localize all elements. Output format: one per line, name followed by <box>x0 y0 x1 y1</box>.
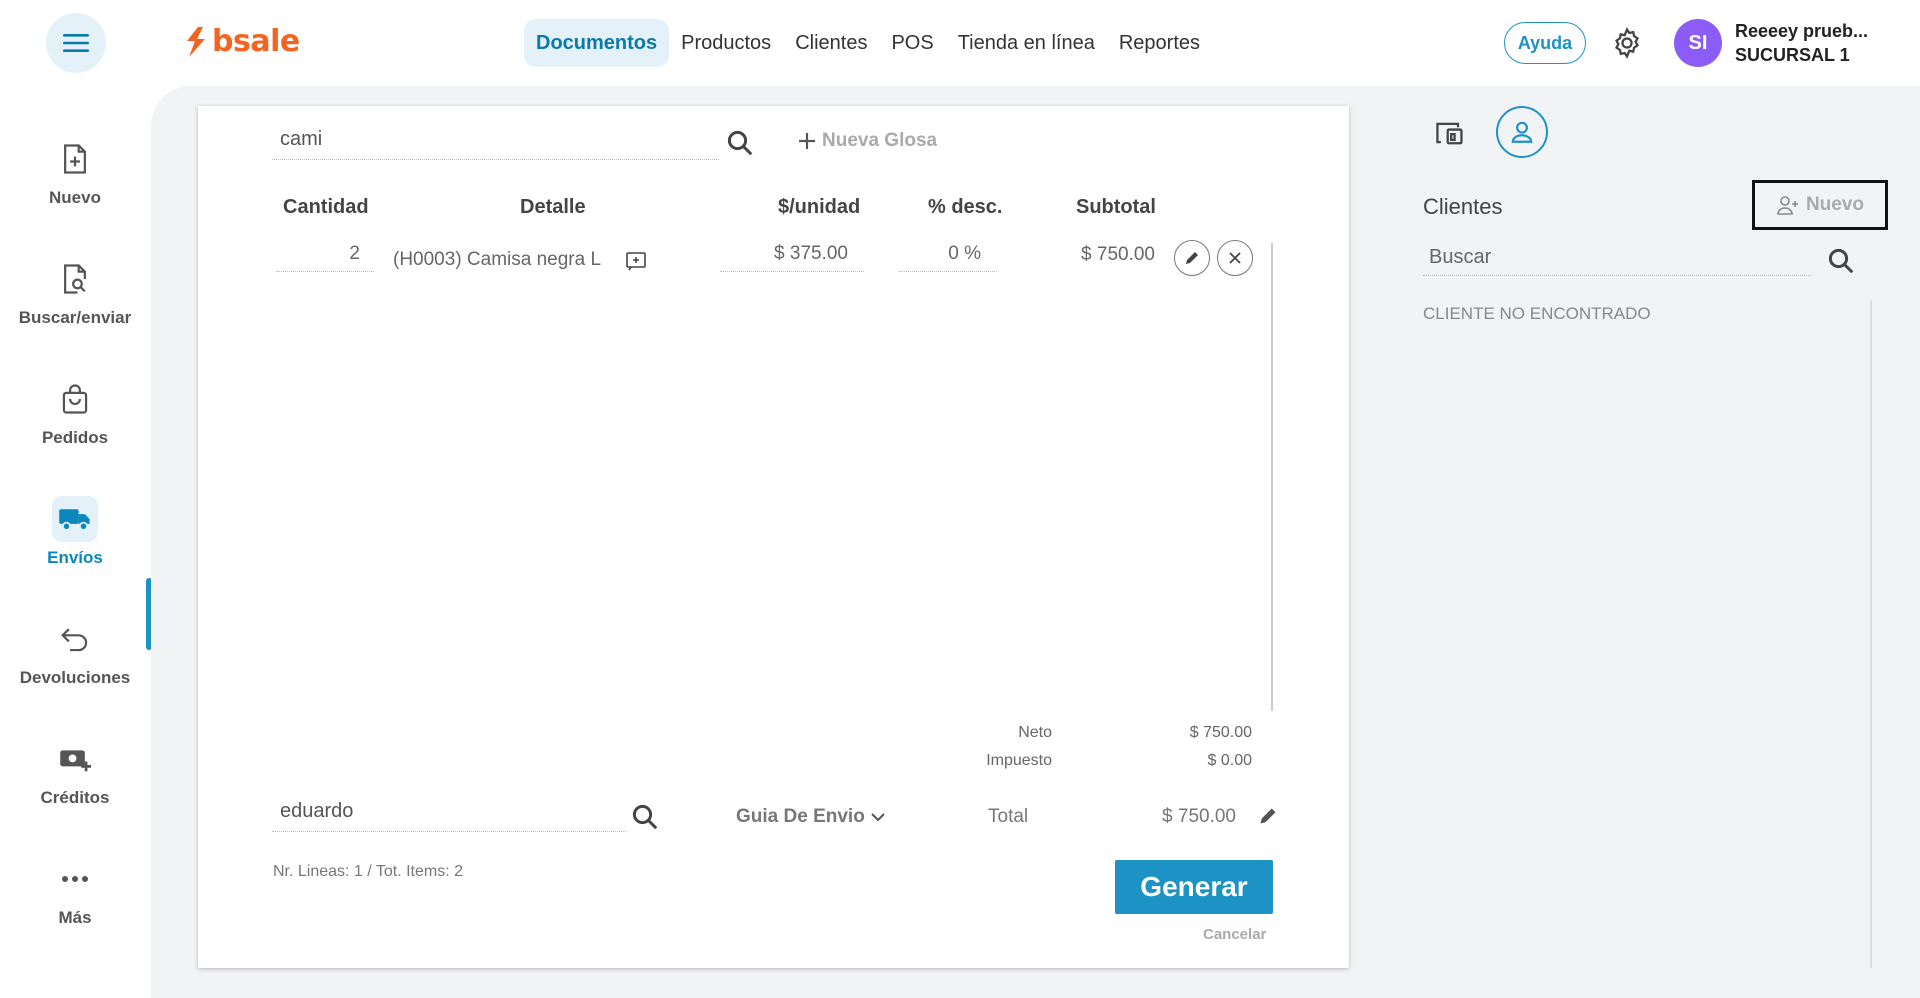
user-icon <box>1511 121 1533 143</box>
new-glosa-button[interactable]: Nueva Glosa <box>798 130 937 152</box>
sidebar-item-label: Créditos <box>40 788 110 807</box>
bsale-logo[interactable]: bsale <box>184 24 300 59</box>
truck-icon <box>52 496 98 542</box>
sidebar-item-devoluciones[interactable]: Devoluciones <box>0 616 150 688</box>
table-scrollbar-track[interactable] <box>1271 243 1273 711</box>
more-dots-icon <box>52 856 98 902</box>
add-note-icon[interactable] <box>625 250 647 272</box>
user-plus-icon <box>1777 196 1798 215</box>
sidebar-item-mas[interactable]: Más <box>0 856 150 928</box>
impuesto-label: Impuesto <box>986 752 1052 769</box>
sidebar-item-envios[interactable]: Envíos <box>0 496 150 568</box>
subtotal-value: $ 750.00 <box>1081 244 1155 265</box>
total-value: $ 750.00 <box>1162 806 1236 827</box>
hamburger-icon <box>63 34 89 52</box>
neto-label: Neto <box>1018 724 1052 741</box>
edit-total-icon[interactable] <box>1258 806 1278 826</box>
cancel-button[interactable]: Cancelar <box>1203 926 1266 943</box>
sidebar-item-label: Buscar/enviar <box>18 308 132 327</box>
doc-type-dropdown[interactable]: Guia De Envio <box>736 806 885 828</box>
qty-field[interactable]: 2 <box>276 243 374 272</box>
sidebar-item-label: Más <box>58 908 92 927</box>
sidebar-item-pedidos[interactable]: Pedidos <box>0 376 150 448</box>
nav-pos[interactable]: POS <box>879 19 945 67</box>
branch-name: SUCURSAL 1 <box>1735 45 1850 65</box>
new-client-label: Nuevo <box>1805 194 1865 215</box>
new-glosa-label: Nueva Glosa <box>822 130 938 151</box>
help-button[interactable]: Ayuda <box>1504 22 1586 64</box>
avatar[interactable]: SI <box>1674 19 1722 67</box>
edit-row-button[interactable] <box>1174 240 1210 276</box>
user-name[interactable]: Reeeey prueb... <box>1735 21 1868 42</box>
unit-price-field[interactable]: $ 375.00 <box>720 243 864 272</box>
device-view-button[interactable] <box>1424 107 1476 159</box>
file-search-icon <box>52 256 98 302</box>
logo-text: bsale <box>212 24 300 59</box>
devices-icon <box>1436 122 1463 145</box>
nav-documentos[interactable]: Documentos <box>524 19 670 67</box>
detail-text: (H0003) Camisa negra L <box>393 249 602 270</box>
col-subtotal: Subtotal <box>1076 196 1156 218</box>
return-arrow-icon <box>52 616 98 662</box>
generate-button[interactable]: Generar <box>1115 860 1273 914</box>
col-cantidad: Cantidad <box>283 196 369 218</box>
sidebar-item-label: Nuevo <box>49 188 101 207</box>
col-discount: % desc. <box>928 196 1003 218</box>
close-icon <box>1229 252 1241 264</box>
sidebar-item-label: Devoluciones <box>19 668 131 687</box>
pencil-icon <box>1186 252 1198 264</box>
plus-icon <box>799 133 815 149</box>
client-list-scrollbar-track[interactable] <box>1870 300 1872 968</box>
sidebar-item-label: Envíos <box>47 548 103 567</box>
nav-productos[interactable]: Productos <box>669 19 783 67</box>
nav-tienda-en-linea[interactable]: Tienda en línea <box>946 19 1107 67</box>
search-icon[interactable] <box>725 128 755 158</box>
bsale-logo-icon <box>187 26 205 57</box>
document-card <box>198 106 1349 968</box>
shopping-bag-icon <box>52 376 98 422</box>
clients-title: Clientes <box>1423 194 1503 219</box>
new-client-button[interactable]: Nuevo <box>1752 180 1888 230</box>
chevron-down-icon <box>871 813 885 822</box>
line-summary: Nr. Lineas: 1 / Tot. Items: 2 <box>273 863 464 880</box>
client-view-button[interactable] <box>1496 106 1548 158</box>
sidebar: Nuevo Buscar/enviar Pedidos Envíos Devol… <box>0 86 152 998</box>
sidebar-item-creditos[interactable]: Créditos <box>0 736 150 808</box>
impuesto-value: $ 0.00 <box>1207 752 1252 769</box>
col-unit-price: $/unidad <box>778 196 861 218</box>
discount-field[interactable]: 0 % <box>899 243 997 272</box>
sidebar-item-buscar-enviar[interactable]: Buscar/enviar <box>0 256 150 328</box>
sidebar-item-label: Pedidos <box>41 428 109 447</box>
sidebar-item-nuevo[interactable]: Nuevo <box>0 136 150 208</box>
client-search-input[interactable]: eduardo <box>272 800 626 832</box>
money-plus-icon <box>52 736 98 782</box>
hamburger-menu-button[interactable] <box>46 13 106 73</box>
client-search-icon[interactable] <box>630 802 660 832</box>
nav-reportes[interactable]: Reportes <box>1107 19 1212 67</box>
col-detalle: Detalle <box>520 196 586 218</box>
client-list-search-input[interactable]: Buscar <box>1423 246 1811 276</box>
neto-value: $ 750.00 <box>1189 724 1252 741</box>
client-list-search-icon[interactable] <box>1826 246 1856 276</box>
product-search-input[interactable]: cami <box>272 128 719 160</box>
gear-icon[interactable] <box>1610 26 1644 60</box>
nav-clientes[interactable]: Clientes <box>783 19 879 67</box>
client-not-found-message: CLIENTE NO ENCONTRADO <box>1423 304 1651 323</box>
main-nav: Documentos Productos Clientes POS Tienda… <box>524 19 1212 67</box>
file-plus-icon <box>52 136 98 182</box>
doc-type-label: Guia De Envio <box>736 806 865 827</box>
top-bar: bsale Documentos Productos Clientes POS … <box>0 0 1920 86</box>
delete-row-button[interactable] <box>1217 240 1253 276</box>
total-label: Total <box>988 806 1029 827</box>
